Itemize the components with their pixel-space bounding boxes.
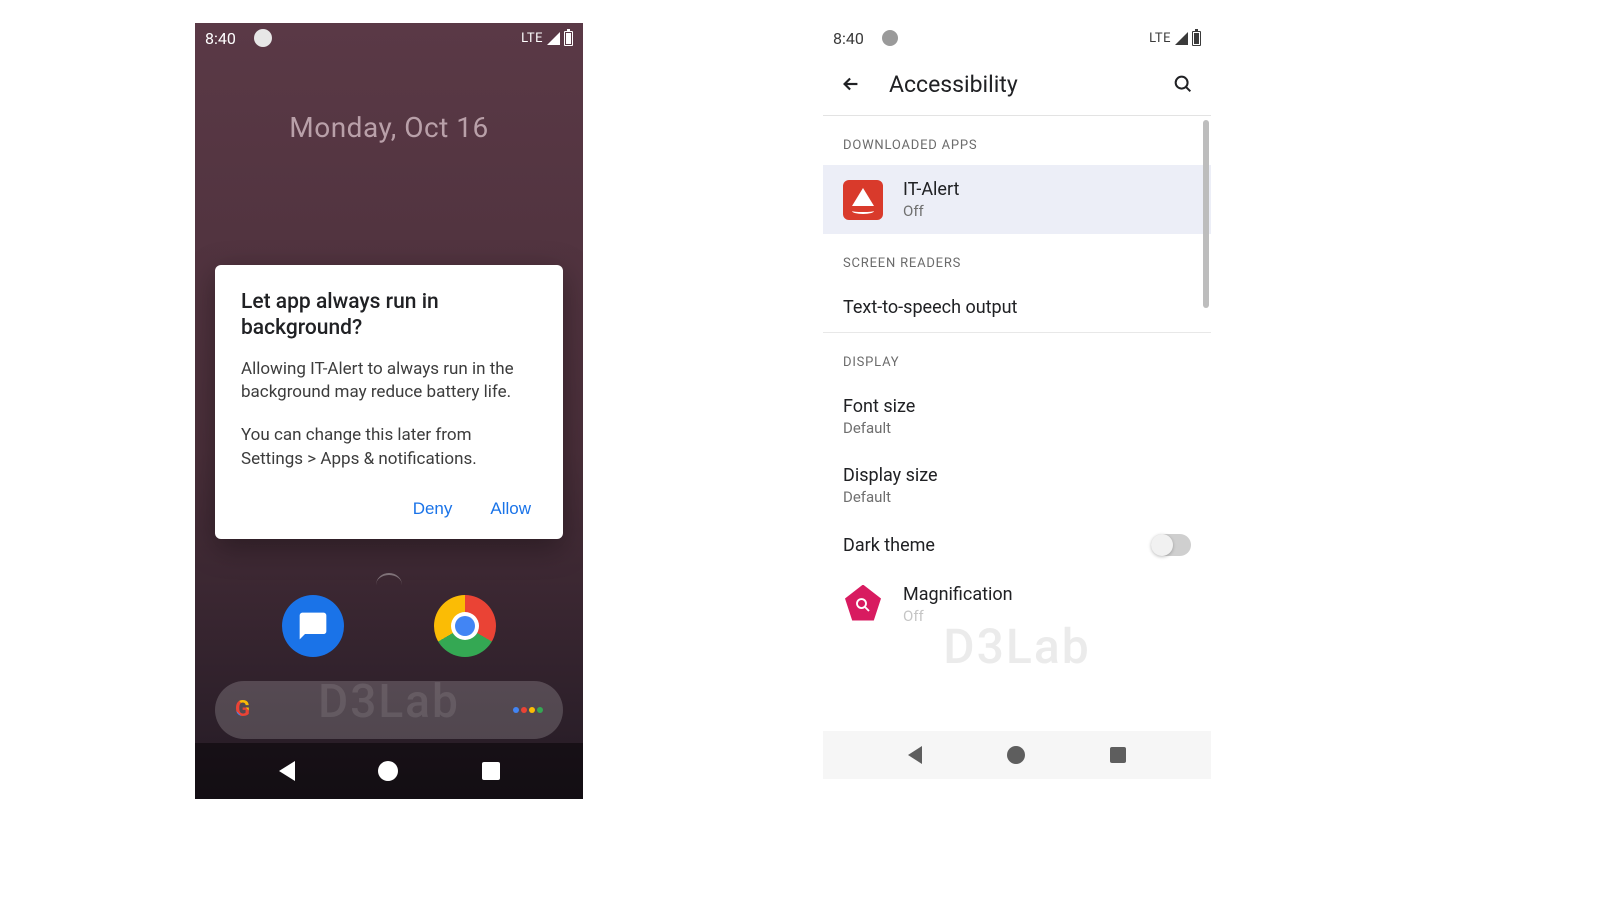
scrollbar-thumb[interactable] <box>1203 120 1209 308</box>
search-icon <box>1172 73 1194 95</box>
row-subtitle: Default <box>843 488 1191 506</box>
dialog-body: Allowing IT-Alert to always run in the b… <box>241 358 537 472</box>
deny-button[interactable]: Deny <box>409 493 457 525</box>
row-title: Text-to-speech output <box>843 297 1191 318</box>
section-downloaded-apps: DOWNLOADED APPS <box>823 116 1211 165</box>
back-button[interactable] <box>839 72 863 96</box>
background-run-dialog: Let app always run in background? Allowi… <box>215 265 563 539</box>
dark-theme-toggle[interactable] <box>1151 534 1191 556</box>
row-title: Font size <box>843 396 1191 417</box>
app-drawer-handle-icon[interactable] <box>376 573 402 583</box>
row-magnification[interactable]: Magnification Off <box>823 570 1211 625</box>
dnd-moon-icon <box>254 29 272 47</box>
status-network: LTE <box>1149 31 1171 46</box>
row-text-to-speech[interactable]: Text-to-speech output <box>823 283 1211 332</box>
settings-scroll-area[interactable]: DOWNLOADED APPS IT-Alert Off SCREEN READ… <box>823 116 1211 731</box>
dialog-body-line1: Allowing IT-Alert to always run in the b… <box>241 358 537 405</box>
row-title: Display size <box>843 465 1191 486</box>
status-time: 8:40 <box>205 29 236 48</box>
signal-icon <box>1175 32 1188 45</box>
google-g-icon: G <box>235 697 261 723</box>
row-dark-theme[interactable]: Dark theme <box>823 520 1211 570</box>
row-subtitle: Off <box>903 202 1191 220</box>
row-title: Dark theme <box>843 535 1131 556</box>
row-title: Magnification <box>903 584 1191 605</box>
dnd-moon-icon <box>882 30 898 46</box>
it-alert-app-icon <box>843 180 883 220</box>
nav-back-icon[interactable] <box>908 746 922 764</box>
dialog-actions: Deny Allow <box>241 493 537 525</box>
dialog-title: Let app always run in background? <box>241 289 537 342</box>
dialog-body-line2: You can change this later from Settings … <box>241 424 537 471</box>
nav-home-icon[interactable] <box>1007 746 1025 764</box>
section-display: DISPLAY <box>823 333 1211 382</box>
statusbar: 8:40 LTE <box>823 23 1211 53</box>
battery-icon <box>564 31 573 46</box>
system-navbar <box>195 743 583 799</box>
row-it-alert[interactable]: IT-Alert Off <box>823 165 1211 234</box>
phone-right-accessibility-settings: 8:40 LTE Accessibility DOWNLOADED APPS <box>823 23 1211 779</box>
row-font-size[interactable]: Font size Default <box>823 382 1211 451</box>
section-screen-readers: SCREEN READERS <box>823 234 1211 283</box>
row-subtitle: Default <box>843 419 1191 437</box>
row-display-size[interactable]: Display size Default <box>823 451 1211 520</box>
homescreen-date: Monday, Oct 16 <box>195 111 583 144</box>
status-network: LTE <box>521 31 543 46</box>
page-title: Accessibility <box>889 71 1145 98</box>
nav-recents-icon[interactable] <box>482 762 500 780</box>
phone-left-homescreen: 8:40 LTE Monday, Oct 16 Let app always r… <box>195 23 583 799</box>
watermark: D3Lab <box>943 618 1090 675</box>
arrow-left-icon <box>840 73 862 95</box>
chrome-app-icon[interactable] <box>434 595 496 657</box>
nav-recents-icon[interactable] <box>1110 747 1126 763</box>
system-navbar <box>823 731 1211 779</box>
signal-icon <box>547 32 560 45</box>
dock-apps <box>195 595 583 657</box>
row-title: IT-Alert <box>903 179 1191 200</box>
messages-app-icon[interactable] <box>282 595 344 657</box>
nav-home-icon[interactable] <box>378 761 398 781</box>
statusbar: 8:40 LTE <box>195 23 583 53</box>
nav-back-icon[interactable] <box>279 761 295 781</box>
battery-icon <box>1192 31 1201 46</box>
appbar: Accessibility <box>823 53 1211 115</box>
magnification-icon <box>843 585 883 625</box>
assistant-icon[interactable] <box>513 707 543 713</box>
row-subtitle: Off <box>903 607 1191 625</box>
status-time: 8:40 <box>833 29 864 48</box>
search-button[interactable] <box>1171 72 1195 96</box>
google-search-bar[interactable]: G <box>215 681 563 739</box>
allow-button[interactable]: Allow <box>486 493 535 525</box>
